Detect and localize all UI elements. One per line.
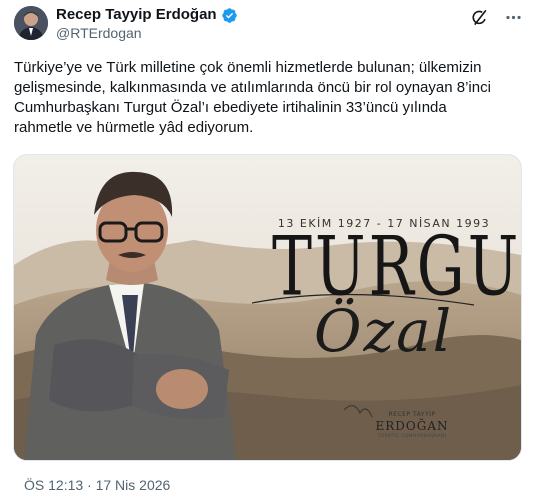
tweet-text: Türkiye’ye ve Türk milletine çok önemli … [14,58,524,138]
tweet-text-line: Cumhurbaşkanı Turgut Özal’ı ebediyete ir… [14,99,447,116]
avatar[interactable] [14,6,48,40]
tweet: Recep Tayyip Erdoğan @RTErdogan Türkiye’… [0,0,537,501]
banner-last-name: Özal [314,297,454,365]
tweet-media-image[interactable]: 13 EKİM 1927 - 17 NİSAN 1993 TURGUT Özal… [13,154,522,461]
tweet-top-actions [469,7,523,27]
grok-icon[interactable] [469,7,489,27]
more-options-icon[interactable] [503,7,523,27]
tweet-text-line: gelişmesinde, kalkınmasında ve atılımlar… [14,79,491,96]
signature-surname: ERDOĞAN [375,419,449,433]
author-name-row: Recep Tayyip Erdoğan [56,6,238,24]
author-handle[interactable]: @RTErdogan [56,25,142,42]
verified-badge-icon [221,7,238,24]
tweet-timestamp[interactable]: ÖS 12:13 · 17 Nis 2026 [24,477,170,493]
tweet-text-line: rahmetle ve hürmetle yâd ediyorum. [14,119,254,136]
banner-first-name: TURGUT [272,220,522,315]
tweet-text-line: Türkiye’ye ve Türk milletine çok önemli … [14,59,482,76]
author-display-name[interactable]: Recep Tayyip Erdoğan [56,6,217,24]
signature-title: TÜRKİYE CUMHURBAŞKANI [377,434,447,439]
signature-name: RECEP TAYYİP [388,411,436,418]
